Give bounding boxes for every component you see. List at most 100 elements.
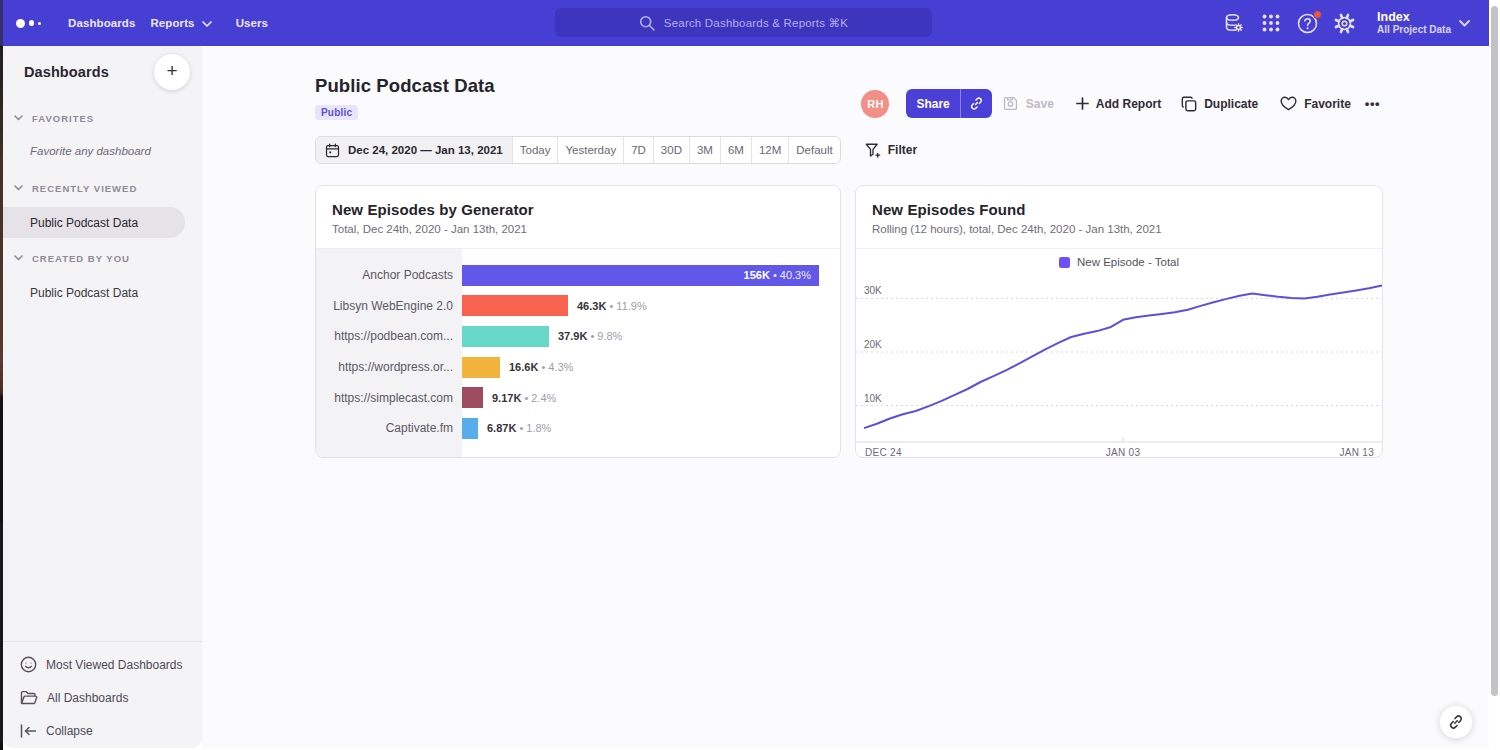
preset-today[interactable]: Today — [513, 137, 559, 163]
line-chart: New Episode - Total 10K20K30KDEC 24JAN 0… — [856, 248, 1382, 457]
sidebar-item-created-dashboard[interactable]: Public Podcast Data — [3, 284, 202, 302]
topbar-left: Dashboards Reports Users — [16, 17, 268, 29]
preset-6m[interactable]: 6M — [721, 137, 752, 163]
scrollbar-thumb[interactable] — [1491, 6, 1498, 696]
background-window-sliver — [0, 0, 3, 750]
project-text: Index All Project Data — [1377, 10, 1451, 36]
save-button[interactable]: Save — [1002, 95, 1054, 112]
preset-3m[interactable]: 3M — [690, 137, 721, 163]
preset-default[interactable]: Default — [789, 137, 839, 163]
topbar: Dashboards Reports Users Search Dashboar… — [3, 0, 1489, 46]
logo-dot — [29, 20, 35, 26]
bar-row: Libsyn WebEngine 2.046.3K • 11.9% — [316, 291, 840, 322]
collapse-sidebar-button[interactable]: Collapse — [3, 714, 202, 747]
bar-category-label: https://podbean.com... — [316, 329, 462, 343]
public-badge: Public — [315, 105, 358, 120]
notification-badge — [1313, 10, 1322, 19]
nav-dashboards[interactable]: Dashboards — [68, 17, 135, 29]
help-icon[interactable] — [1297, 13, 1318, 34]
favorites-empty-text: Favorite any dashboard — [3, 145, 202, 159]
preset-7d[interactable]: 7D — [624, 137, 654, 163]
sidebar: Dashboards + FAVORITES Favorite any dash… — [3, 46, 202, 748]
y-axis-label: 10K — [864, 393, 882, 404]
favorite-button[interactable]: Favorite — [1280, 96, 1351, 111]
preset-12m[interactable]: 12M — [752, 137, 789, 163]
bar-track: 46.3K • 11.9% — [462, 295, 647, 316]
sidebar-title: Dashboards — [24, 64, 109, 80]
primary-nav: Dashboards Reports Users — [68, 17, 268, 29]
preset-yesterday[interactable]: Yesterday — [558, 137, 624, 163]
page-scrollbar — [1489, 0, 1500, 750]
section-created-by-you[interactable]: CREATED BY YOU — [3, 252, 202, 264]
heart-icon — [1280, 96, 1297, 111]
bar[interactable] — [462, 418, 478, 439]
series-line[interactable] — [864, 286, 1382, 429]
bar-value-label: 6.87K • 1.8% — [487, 422, 551, 434]
x-axis-label: JAN 13 — [1339, 447, 1374, 458]
card-header: New Episodes by Generator Total, Dec 24t… — [316, 186, 840, 248]
card-new-episodes-found[interactable]: New Episodes Found Rolling (12 hours), t… — [855, 185, 1383, 458]
card-title: New Episodes Found — [872, 202, 1366, 218]
date-range-control: Dec 24, 2020 — Jan 13, 2021 Today Yester… — [315, 136, 841, 164]
most-viewed-dashboards-button[interactable]: Most Viewed Dashboards — [3, 648, 202, 681]
apps-grid-icon[interactable] — [1260, 13, 1281, 34]
logo-dot — [16, 19, 25, 28]
bar-category-label: https://wordpress.or... — [316, 360, 462, 374]
save-icon — [1002, 95, 1019, 112]
bar-value-label: 16.6K • 4.3% — [509, 361, 573, 373]
search-input[interactable]: Search Dashboards & Reports ⌘K — [555, 8, 932, 37]
more-options-button[interactable]: ••• — [1365, 96, 1380, 111]
app-root: Dashboards Reports Users Search Dashboar… — [0, 0, 1500, 750]
bar[interactable]: 156K • 40.3% — [462, 265, 819, 286]
collapse-icon — [20, 724, 37, 738]
nav-users[interactable]: Users — [236, 17, 268, 29]
y-axis-label: 20K — [864, 339, 882, 350]
project-scope: All Project Data — [1377, 24, 1451, 36]
filter-button[interactable]: Filter — [865, 143, 917, 158]
card-new-episodes-by-generator[interactable]: New Episodes by Generator Total, Dec 24t… — [315, 185, 841, 458]
line-chart-plot: 10K20K30KDEC 24JAN 03JAN 13 — [856, 249, 1382, 458]
add-report-button[interactable]: Add Report — [1076, 97, 1161, 111]
bar-chart: Anchor Podcasts156K • 40.3% Libsyn WebEng… — [316, 248, 840, 457]
main-content: Public Podcast Data Public RH Share Save — [202, 46, 1489, 748]
bar[interactable] — [462, 326, 549, 347]
bar-row: https://wordpress.or... 16.6K • 4.3% — [316, 352, 840, 383]
x-axis-label: JAN 03 — [1106, 447, 1141, 458]
bar-category-label: Anchor Podcasts — [316, 268, 462, 282]
bar[interactable] — [462, 387, 483, 408]
all-dashboards-button[interactable]: All Dashboards — [3, 681, 202, 714]
preset-30d[interactable]: 30D — [654, 137, 690, 163]
link-icon — [969, 96, 984, 111]
add-dashboard-button[interactable]: + — [154, 54, 190, 90]
amplitude-logo-icon[interactable] — [16, 19, 44, 28]
settings-gear-icon[interactable] — [1334, 13, 1355, 34]
sidebar-item-recent-dashboard[interactable]: Public Podcast Data — [0, 207, 185, 238]
floating-link-button[interactable] — [1439, 705, 1473, 739]
bar[interactable] — [462, 357, 500, 378]
bar-row: https://podbean.com...37.9K • 9.8% — [316, 321, 840, 352]
card-subtitle: Total, Dec 24th, 2020 - Jan 13th, 2021 — [332, 223, 824, 235]
bar-value-label: 9.17K • 2.4% — [492, 392, 556, 404]
share-button-label[interactable]: Share — [906, 89, 959, 118]
bar-row: https://simplecast.com 9.17K • 2.4% — [316, 382, 840, 413]
section-recently-viewed[interactable]: RECENTLY VIEWED — [3, 182, 202, 194]
x-axis-label: DEC 24 — [865, 447, 902, 458]
share-link-button[interactable] — [960, 89, 992, 118]
chevron-down-icon — [14, 115, 23, 121]
sidebar-footer: Most Viewed Dashboards All Dashboards Co… — [3, 641, 202, 747]
bar-track: 37.9K • 9.8% — [462, 326, 622, 347]
data-governance-icon[interactable] — [1223, 13, 1244, 34]
avatar[interactable]: RH — [861, 90, 889, 118]
date-controls: Dec 24, 2020 — Jan 13, 2021 Today Yester… — [315, 136, 917, 164]
project-switcher[interactable]: Index All Project Data — [1377, 10, 1470, 36]
nav-reports[interactable]: Reports — [150, 17, 211, 29]
duplicate-button[interactable]: Duplicate — [1181, 96, 1258, 112]
bar-category-label: https://simplecast.com — [316, 391, 462, 405]
share-button[interactable]: Share — [906, 89, 991, 118]
bar[interactable] — [462, 295, 568, 316]
date-range-button[interactable]: Dec 24, 2020 — Jan 13, 2021 — [316, 137, 513, 163]
filter-icon — [865, 143, 881, 158]
calendar-icon — [325, 143, 340, 158]
section-favorites[interactable]: FAVORITES — [3, 112, 202, 124]
plus-icon — [1076, 97, 1089, 110]
